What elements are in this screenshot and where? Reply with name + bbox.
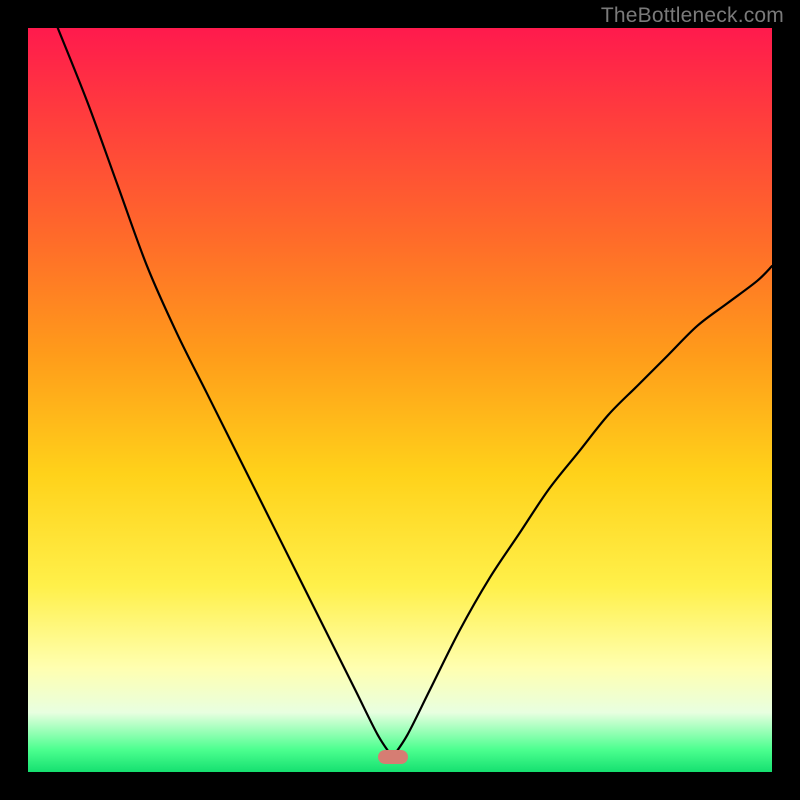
curve-left-branch (58, 28, 393, 757)
curve-svg (28, 28, 772, 772)
bottleneck-marker (378, 750, 408, 764)
curve-right-branch (393, 266, 772, 757)
plot-area (28, 28, 772, 772)
watermark-text: TheBottleneck.com (601, 4, 784, 28)
chart-frame: TheBottleneck.com (0, 0, 800, 800)
